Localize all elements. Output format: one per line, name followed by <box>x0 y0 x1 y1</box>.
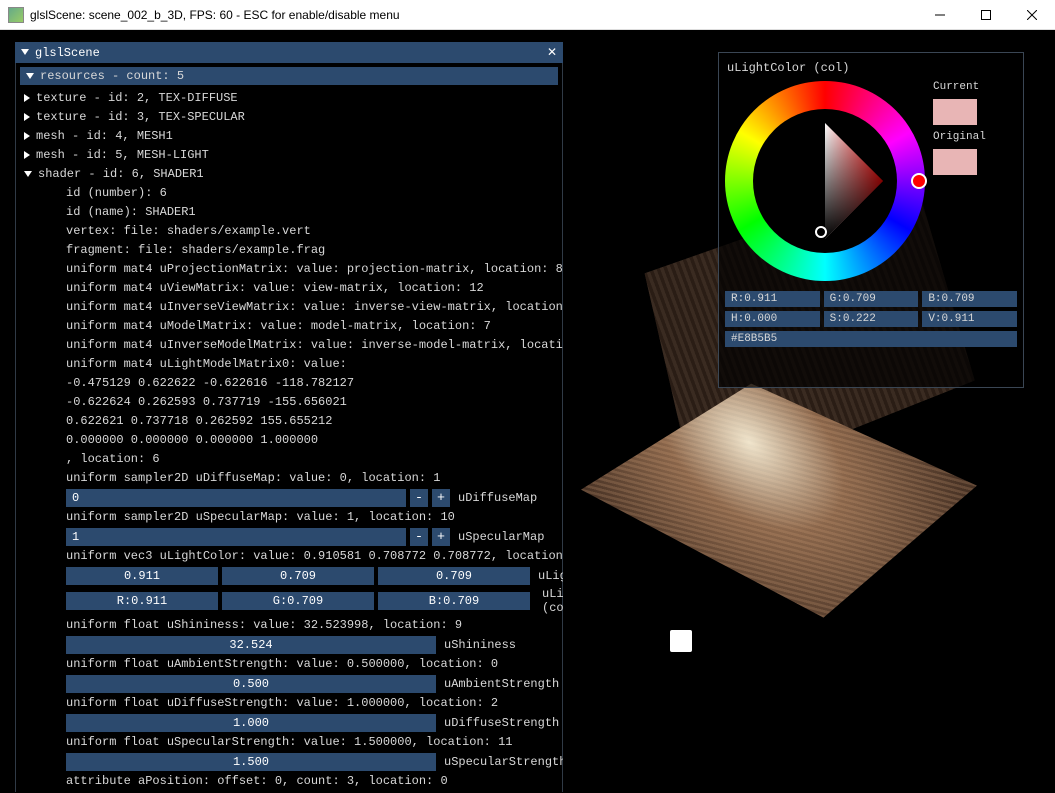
app-icon <box>8 7 24 23</box>
uniform-lightcolor: uniform vec3 uLightColor: value: 0.91058… <box>16 547 562 566</box>
caret-icon <box>24 113 30 121</box>
lightcolor-g-input[interactable] <box>222 567 374 585</box>
lightcolor-b-labeled[interactable] <box>378 592 530 610</box>
shininess-label: uShininess <box>440 638 516 652</box>
close-button[interactable] <box>1009 0 1055 30</box>
hue-cursor[interactable] <box>911 173 927 189</box>
shininess-input[interactable] <box>66 636 436 654</box>
picker-h-input[interactable]: H:0.000 <box>725 311 820 327</box>
sv-cursor[interactable] <box>815 226 827 238</box>
matrix-location: , location: 6 <box>16 450 562 469</box>
panel-close-icon[interactable]: ✕ <box>547 45 557 60</box>
lightcolor-col-label: uLightColor (col) <box>538 587 563 615</box>
attr-position: attribute aPosition: offset: 0, count: 3… <box>16 772 562 791</box>
current-swatch[interactable] <box>933 99 977 125</box>
uniform-invmodel: uniform mat4 uInverseModelMatrix: value:… <box>16 336 562 355</box>
panel-title-label: glslScene <box>35 46 100 60</box>
shader-id-number: id (number): 6 <box>16 184 562 203</box>
specular-input[interactable] <box>66 753 436 771</box>
uniform-diffusemap: uniform sampler2D uDiffuseMap: value: 0,… <box>16 469 562 488</box>
tree-mesh1[interactable]: mesh - id: 4, MESH1 <box>16 127 562 146</box>
matrix-row2: 0.622621 0.737718 0.262592 155.655212 <box>16 412 562 431</box>
maximize-button[interactable] <box>963 0 1009 30</box>
caret-open-icon <box>24 171 32 177</box>
uniform-diffstr: uniform float uDiffuseStrength: value: 1… <box>16 694 562 713</box>
picker-s-input[interactable]: S:0.222 <box>824 311 919 327</box>
caret-icon <box>24 132 30 140</box>
diffusemap-plus-button[interactable]: + <box>432 489 450 507</box>
viewport: glslScene ✕ resources - count: 5 texture… <box>0 30 1055 793</box>
resources-panel: glslScene ✕ resources - count: 5 texture… <box>15 42 563 792</box>
window-title: glslScene: scene_002_b_3D, FPS: 60 - ESC… <box>30 8 400 22</box>
diffusemap-minus-button[interactable]: - <box>410 489 428 507</box>
panel-titlebar[interactable]: glslScene ✕ <box>15 42 563 63</box>
uniform-specstr: uniform float uSpecularStrength: value: … <box>16 733 562 752</box>
resources-header-label: resources - count: 5 <box>40 69 184 83</box>
specular-label: uSpecularStrength <box>440 755 563 769</box>
picker-title: uLightColor (col) <box>725 59 1017 81</box>
light-cube <box>670 630 692 652</box>
lightcolor-label: uLightColor <box>534 569 563 583</box>
diffusemap-label: uDiffuseMap <box>454 491 537 505</box>
tree-shader1[interactable]: shader - id: 6, SHADER1 <box>16 165 562 184</box>
uniform-view: uniform mat4 uViewMatrix: value: view-ma… <box>16 279 562 298</box>
uniform-projection: uniform mat4 uProjectionMatrix: value: p… <box>16 260 562 279</box>
picker-r-input[interactable]: R:0.911 <box>725 291 820 307</box>
diffuse-input[interactable] <box>66 714 436 732</box>
caret-icon <box>24 151 30 159</box>
ambient-label: uAmbientStrength <box>440 677 559 691</box>
cube-side-face <box>539 356 1055 684</box>
color-picker: uLightColor (col) <box>718 52 1024 388</box>
picker-g-input[interactable]: G:0.709 <box>824 291 919 307</box>
original-swatch-label: Original <box>933 131 986 143</box>
uniform-shininess: uniform float uShininess: value: 32.5239… <box>16 616 562 635</box>
window-controls <box>917 0 1055 30</box>
shader-vertex: vertex: file: shaders/example.vert <box>16 222 562 241</box>
attr-normal: attribute aNormal: offset: 3, count: 3, … <box>16 791 562 792</box>
uniform-ambient: uniform float uAmbientStrength: value: 0… <box>16 655 562 674</box>
uniform-specularmap: uniform sampler2D uSpecularMap: value: 1… <box>16 508 562 527</box>
matrix-row3: 0.000000 0.000000 0.000000 1.000000 <box>16 431 562 450</box>
shader-id-name: id (name): SHADER1 <box>16 203 562 222</box>
diffuse-label: uDiffuseStrength <box>440 716 559 730</box>
matrix-row1: -0.622624 0.262593 0.737719 -155.656021 <box>16 393 562 412</box>
lightcolor-r-labeled[interactable] <box>66 592 218 610</box>
caret-icon <box>24 94 30 102</box>
uniform-invview: uniform mat4 uInverseViewMatrix: value: … <box>16 298 562 317</box>
picker-b-input[interactable]: B:0.709 <box>922 291 1017 307</box>
picker-v-input[interactable]: V:0.911 <box>922 311 1017 327</box>
tree-mesh-light[interactable]: mesh - id: 5, MESH-LIGHT <box>16 146 562 165</box>
panel-collapse-icon <box>21 49 29 55</box>
resources-collapse-icon <box>26 73 34 79</box>
tree-texture-diffuse[interactable]: texture - id: 2, TEX-DIFFUSE <box>16 89 562 108</box>
matrix-row0: -0.475129 0.622622 -0.622616 -118.782127 <box>16 374 562 393</box>
specularmap-minus-button[interactable]: - <box>410 528 428 546</box>
specularmap-plus-button[interactable]: + <box>432 528 450 546</box>
lightcolor-b-input[interactable] <box>378 567 530 585</box>
diffusemap-input[interactable] <box>66 489 406 507</box>
current-swatch-label: Current <box>933 81 986 93</box>
tree-texture-specular[interactable]: texture - id: 3, TEX-SPECULAR <box>16 108 562 127</box>
shader-fragment: fragment: file: shaders/example.frag <box>16 241 562 260</box>
original-swatch[interactable] <box>933 149 977 175</box>
resources-header[interactable]: resources - count: 5 <box>20 67 558 85</box>
lightcolor-g-labeled[interactable] <box>222 592 374 610</box>
color-wheel[interactable] <box>725 81 925 281</box>
specularmap-input[interactable] <box>66 528 406 546</box>
uniform-model: uniform mat4 uModelMatrix: value: model-… <box>16 317 562 336</box>
lightcolor-r-input[interactable] <box>66 567 218 585</box>
titlebar: glslScene: scene_002_b_3D, FPS: 60 - ESC… <box>0 0 1055 30</box>
uniform-lightmodel: uniform mat4 uLightModelMatrix0: value: <box>16 355 562 374</box>
minimize-button[interactable] <box>917 0 963 30</box>
specularmap-label: uSpecularMap <box>454 530 544 544</box>
ambient-input[interactable] <box>66 675 436 693</box>
picker-hex-input[interactable]: #E8B5B5 <box>725 331 1017 347</box>
